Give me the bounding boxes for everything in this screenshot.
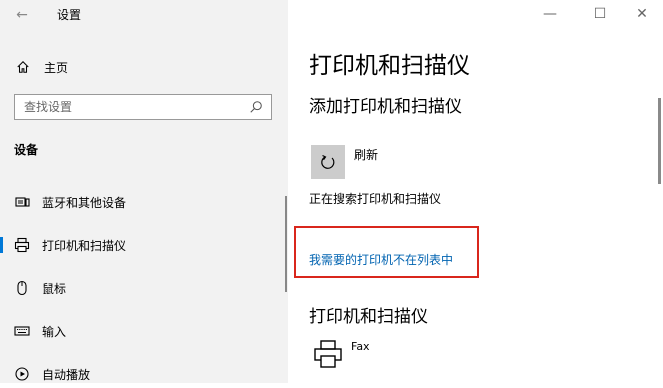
searching-status: 正在搜索打印机和扫描仪 — [309, 192, 442, 206]
page-title: 打印机和扫描仪 — [309, 53, 470, 79]
sidebar-scrollbar[interactable] — [285, 196, 287, 292]
home-icon — [17, 61, 29, 73]
printer-icon[interactable] — [313, 339, 343, 369]
back-arrow-icon[interactable]: ← — [12, 6, 32, 24]
maximize-icon[interactable]: ☐ — [590, 4, 610, 24]
sidebar-home[interactable]: 主页 — [16, 57, 68, 77]
printer-not-listed-link[interactable]: 我需要的打印机不在列表中 — [309, 252, 453, 268]
settings-sidebar: ← 设置 主页 查找设置 设备 蓝牙和其他设备 打印机和扫描仪 鼠标 输入 自动… — [0, 0, 288, 383]
close-icon[interactable]: ✕ — [632, 4, 652, 24]
mouse-icon — [14, 280, 30, 296]
refresh-label[interactable]: 刷新 — [354, 147, 378, 163]
sidebar-item-label: 输入 — [42, 324, 67, 339]
sidebar-item-mouse[interactable]: 鼠标 — [0, 274, 288, 302]
printer-icon — [14, 237, 30, 253]
refresh-button[interactable] — [311, 145, 345, 179]
sidebar-item-label: 打印机和扫描仪 — [42, 238, 127, 253]
search-placeholder: 查找设置 — [24, 100, 73, 114]
sidebar-item-label: 蓝牙和其他设备 — [42, 195, 127, 210]
selection-indicator — [0, 237, 3, 253]
search-input[interactable]: 查找设置 — [14, 94, 272, 120]
sidebar-item-autoplay[interactable]: 自动播放 — [0, 360, 288, 388]
minimize-icon[interactable]: — — [540, 4, 560, 24]
printers-section-title: 打印机和扫描仪 — [309, 307, 428, 327]
main-scrollbar[interactable] — [658, 98, 661, 184]
sidebar-item-printers[interactable]: 打印机和扫描仪 — [0, 231, 288, 259]
search-icon[interactable] — [249, 100, 263, 114]
sidebar-item-input[interactable]: 输入 — [0, 317, 288, 345]
section-title-devices: 设备 — [14, 143, 39, 157]
autoplay-icon — [14, 366, 30, 382]
sidebar-home-label: 主页 — [44, 60, 69, 75]
refresh-icon — [321, 154, 335, 169]
add-section-title: 添加打印机和扫描仪 — [309, 97, 462, 117]
window-title: 设置 — [57, 8, 82, 22]
keyboard-icon — [14, 323, 30, 339]
printer-name[interactable]: Fax — [351, 339, 370, 355]
main-panel: — ☐ ✕ 打印机和扫描仪 添加打印机和扫描仪 刷新 正在搜索打印机和扫描仪 我… — [288, 0, 663, 383]
sidebar-item-label: 鼠标 — [42, 281, 67, 296]
sidebar-item-bluetooth[interactable]: 蓝牙和其他设备 — [0, 188, 288, 216]
sidebar-item-label: 自动播放 — [42, 367, 91, 382]
bluetooth-device-icon — [14, 194, 30, 210]
